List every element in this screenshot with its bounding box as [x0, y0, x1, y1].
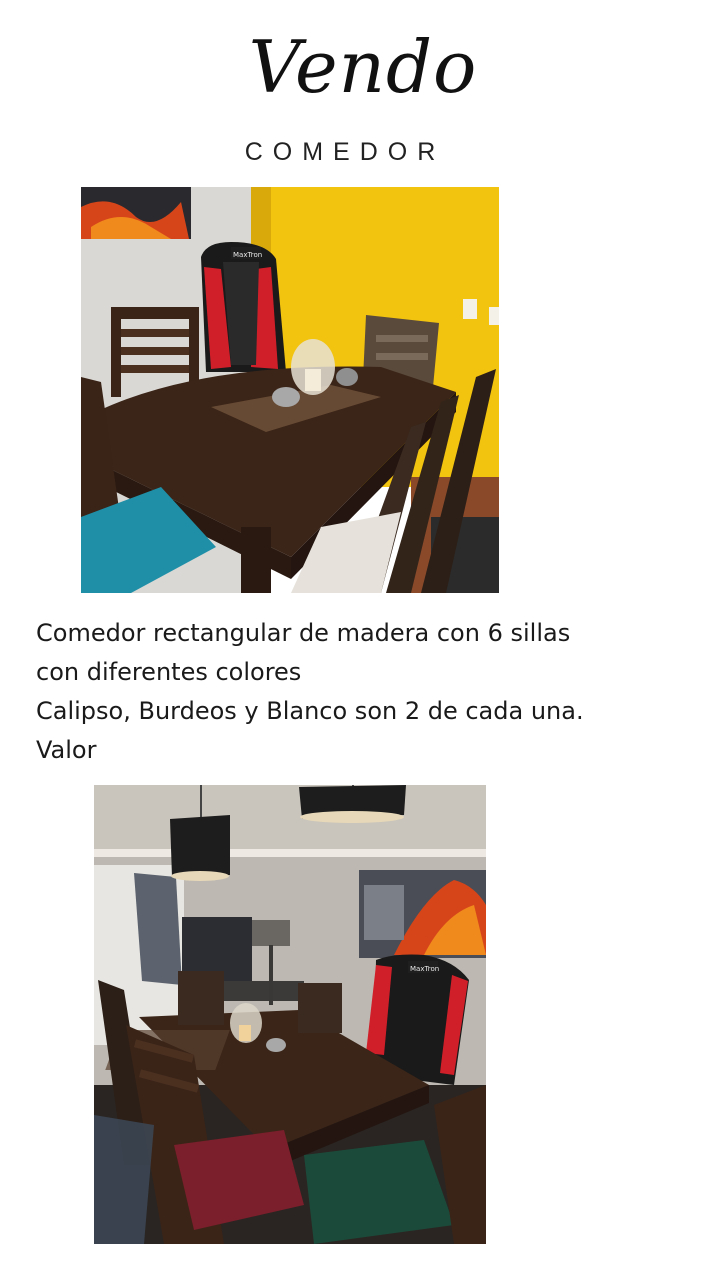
- description-line: Valor: [36, 736, 97, 764]
- chair-brand-text: MaxTron: [233, 251, 262, 259]
- chair-brand-text: MaxTron: [410, 965, 439, 973]
- description-text: Comedor rectangular de madera con 6 sill…: [36, 614, 696, 770]
- page-title: Vendo: [248, 25, 478, 109]
- dining-table-photo: MaxTron: [81, 187, 499, 593]
- dining-room-illustration: MaxTron: [94, 785, 486, 1244]
- dining-room-photo: MaxTron: [94, 785, 486, 1244]
- dining-table-illustration: MaxTron: [81, 187, 499, 593]
- description-line: Comedor rectangular de madera con 6 sill…: [36, 619, 571, 647]
- page-subtitle: COMEDOR: [244, 138, 446, 166]
- description-line: Calipso, Burdeos y Blanco son 2 de cada …: [36, 697, 584, 725]
- description-line: con diferentes colores: [36, 658, 302, 686]
